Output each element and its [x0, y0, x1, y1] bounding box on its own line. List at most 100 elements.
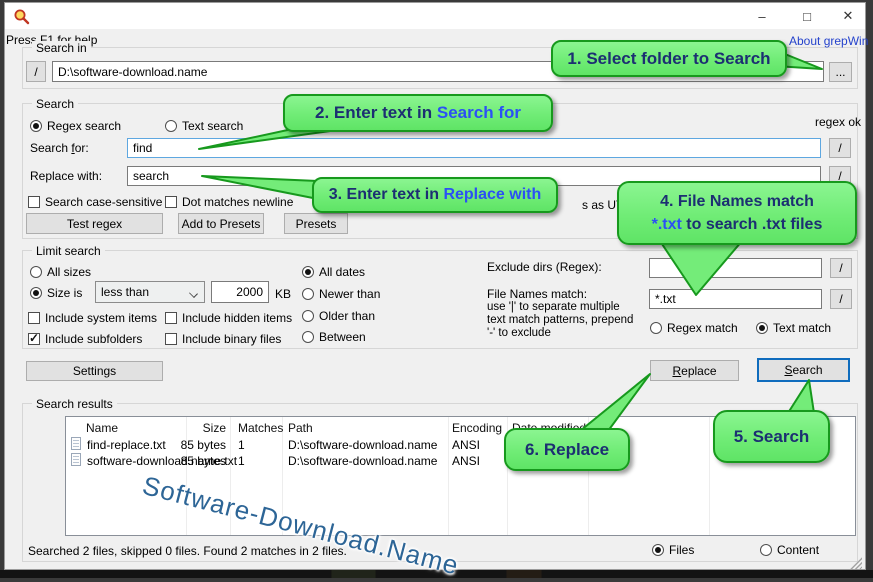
newer-than-label: Newer than: [319, 287, 380, 301]
between-label: Between: [319, 330, 366, 344]
replace-with-label: Replace with:: [30, 169, 102, 183]
size-operator-select[interactable]: less than: [95, 281, 205, 303]
slash-icon: /: [34, 65, 37, 79]
files-radio[interactable]: Files: [652, 543, 694, 557]
text-match-radio[interactable]: Text match: [756, 321, 831, 335]
between-radio[interactable]: Between: [302, 330, 366, 344]
content-label: Content: [777, 543, 819, 557]
radio-icon: [650, 322, 662, 334]
regex-search-radio[interactable]: Regex search: [30, 119, 121, 133]
callout-2-enter-search-text: 2. Enter text in Search for: [283, 94, 553, 132]
close-button[interactable]: ✕: [830, 3, 866, 29]
replace-button[interactable]: Replace: [650, 360, 739, 381]
column-header-path[interactable]: Path: [288, 421, 313, 435]
about-grepwin-link[interactable]: About grepWin: [789, 34, 868, 48]
size-unit-label: KB: [275, 287, 291, 301]
size-is-radio[interactable]: Size is: [30, 286, 82, 300]
status-text: Searched 2 files, skipped 0 files. Found…: [28, 544, 347, 558]
column-header-matches[interactable]: Matches: [238, 421, 283, 435]
text-match-label: Text match: [773, 321, 831, 335]
search-for-regex-helper-button[interactable]: /: [829, 138, 851, 158]
search-results-group-label: Search results: [32, 397, 117, 411]
include-binary-label: Include binary files: [182, 332, 281, 346]
radio-icon: [30, 120, 42, 132]
settings-button[interactable]: Settings: [26, 361, 163, 381]
all-sizes-label: All sizes: [47, 265, 91, 279]
radio-icon: [760, 544, 772, 556]
radio-icon: [302, 266, 314, 278]
text-search-radio[interactable]: Text search: [165, 119, 243, 133]
exclude-dirs-input[interactable]: [649, 258, 822, 278]
limit-search-group-label: Limit search: [32, 244, 105, 258]
callout-1-select-folder: 1. Select folder to Search: [551, 40, 787, 77]
all-sizes-radio[interactable]: All sizes: [30, 265, 91, 279]
all-dates-radio[interactable]: All dates: [302, 265, 365, 279]
radio-icon: [756, 322, 768, 334]
older-than-label: Older than: [319, 309, 375, 323]
case-sensitive-checkbox[interactable]: Search case-sensitive: [28, 195, 162, 209]
include-system-checkbox[interactable]: Include system items: [28, 311, 157, 325]
checkbox-icon: [165, 196, 177, 208]
file-icon: [71, 453, 81, 466]
resize-grip[interactable]: [849, 556, 862, 569]
radio-icon: [165, 120, 177, 132]
search-button-label: Search: [784, 363, 822, 377]
slash-icon: /: [839, 261, 842, 275]
dot-matches-newline-label: Dot matches newline: [182, 195, 293, 209]
search-for-input[interactable]: [127, 138, 821, 158]
file-names-match-input[interactable]: [649, 289, 822, 309]
magnifier-app-icon: [13, 8, 30, 25]
ellipsis-icon: ...: [835, 65, 845, 79]
browse-folder-button[interactable]: ...: [829, 62, 852, 82]
callout-1-text: 1. Select folder to Search: [567, 49, 770, 69]
result-matches: 1: [238, 454, 245, 468]
callout-3-enter-replace-text: 3. Enter text in Replace with: [312, 177, 558, 213]
result-encoding: ANSI: [452, 454, 480, 468]
checkbox-icon: [28, 312, 40, 324]
radio-icon: [652, 544, 664, 556]
include-hidden-checkbox[interactable]: Include hidden items: [165, 311, 292, 325]
exclude-dirs-regex-helper-button[interactable]: /: [830, 258, 852, 278]
radio-icon: [302, 288, 314, 300]
radio-icon: [302, 310, 314, 322]
include-subfolders-checkbox[interactable]: Include subfolders: [28, 332, 142, 346]
maximize-button[interactable]: □: [787, 3, 827, 29]
replace-button-label: Replace: [672, 364, 716, 378]
include-subfolders-label: Include subfolders: [45, 332, 142, 346]
callout-5-text: 5. Search: [734, 427, 810, 447]
column-divider: [448, 417, 449, 535]
result-encoding: ANSI: [452, 438, 480, 452]
result-matches: 1: [238, 438, 245, 452]
file-names-hint-line3: '-' to exclude: [487, 327, 551, 339]
column-divider: [709, 417, 710, 535]
file-names-regex-helper-button[interactable]: /: [830, 289, 852, 309]
dot-matches-newline-checkbox[interactable]: Dot matches newline: [165, 195, 293, 209]
add-to-presets-button[interactable]: Add to Presets: [178, 213, 264, 234]
search-button[interactable]: Search: [757, 358, 850, 382]
exclude-dirs-label: Exclude dirs (Regex):: [487, 260, 602, 274]
callout-4-line1: 4. File Names match: [660, 190, 814, 213]
callout-3-text: 3. Enter text in Replace with: [329, 186, 542, 204]
column-header-name[interactable]: Name: [86, 421, 118, 435]
file-names-hint-line2: text match patterns, prepend: [487, 314, 633, 326]
column-header-size[interactable]: Size: [146, 421, 226, 435]
size-value-input[interactable]: [211, 281, 269, 303]
checkbox-icon: [28, 196, 40, 208]
radio-icon: [30, 266, 42, 278]
newer-than-radio[interactable]: Newer than: [302, 287, 380, 301]
content-radio[interactable]: Content: [760, 543, 819, 557]
result-path: D:\software-download.name: [288, 454, 437, 468]
test-regex-button[interactable]: Test regex: [26, 213, 163, 234]
column-header-encoding[interactable]: Encoding: [452, 421, 502, 435]
older-than-radio[interactable]: Older than: [302, 309, 375, 323]
presets-button[interactable]: Presets: [284, 213, 348, 234]
search-in-regex-helper-button[interactable]: /: [26, 61, 46, 82]
minimize-button[interactable]: –: [742, 3, 782, 29]
include-binary-checkbox[interactable]: Include binary files: [165, 332, 281, 346]
regex-match-label: Regex match: [667, 321, 738, 335]
regex-match-radio[interactable]: Regex match: [650, 321, 738, 335]
all-dates-label: All dates: [319, 265, 365, 279]
text-search-label: Text search: [182, 119, 243, 133]
file-names-hint-line1: use '|' to separate multiple: [487, 301, 620, 313]
checkbox-icon: [165, 312, 177, 324]
